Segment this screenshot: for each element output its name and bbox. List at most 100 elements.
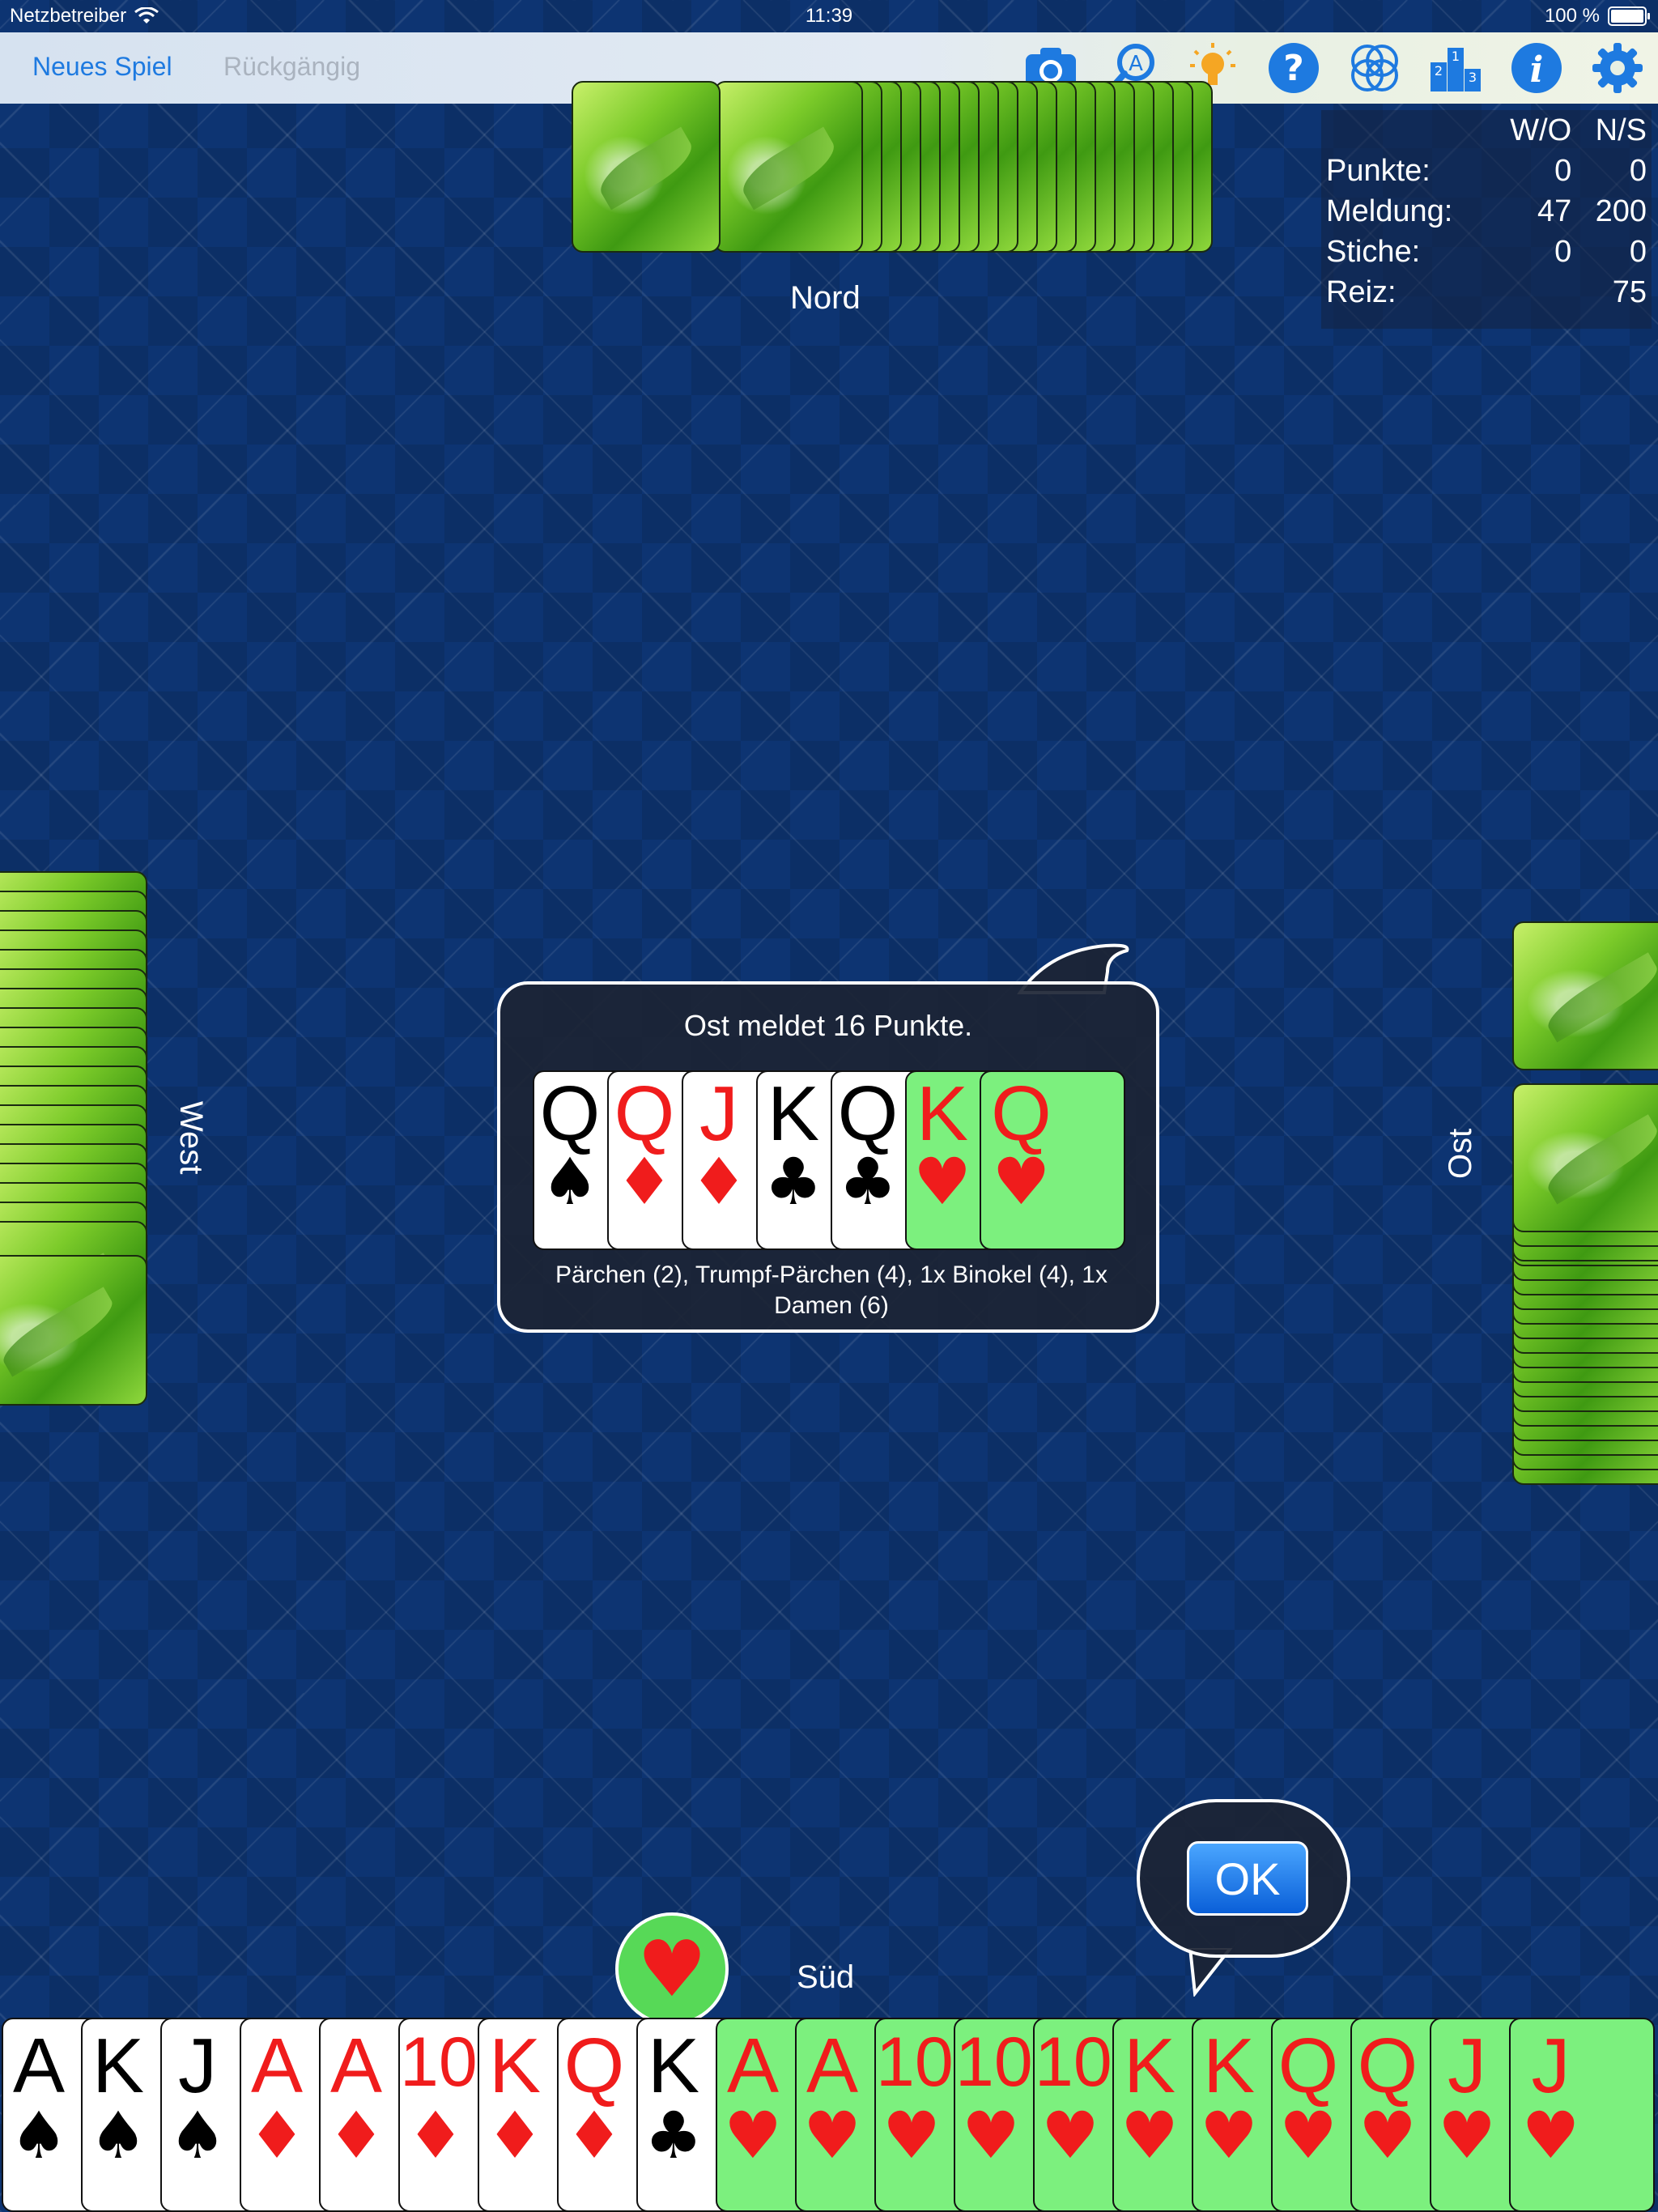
score-value-ns: 0 — [1629, 234, 1647, 269]
heart-icon: ♥ — [636, 1924, 708, 2014]
settings-icon[interactable] — [1588, 39, 1647, 97]
score-value-wo: 0 — [1554, 153, 1572, 188]
card-back — [714, 81, 863, 253]
score-header-ns: N/S — [1595, 113, 1647, 147]
card-suit-icon: ♦ — [690, 1144, 748, 1219]
card-rank: J — [699, 1070, 738, 1157]
new-game-button[interactable]: Neues Spiel — [32, 52, 172, 82]
card-rank: 10 — [400, 2023, 478, 2101]
card-back — [0, 1255, 147, 1406]
score-header-wo: W/O — [1510, 113, 1572, 147]
ranking-icon[interactable]: 213 — [1426, 39, 1485, 97]
svg-text:?: ? — [1283, 48, 1304, 89]
card-suit-icon: ♠ — [89, 2098, 147, 2173]
card-suit-icon: ♠ — [10, 2098, 68, 2173]
clock: 11:39 — [805, 5, 853, 27]
card-rank: J — [1448, 2023, 1486, 2109]
card-suit-icon: ♣ — [839, 1144, 897, 1219]
card-rank: K — [767, 1070, 820, 1157]
score-label: Reiz: — [1326, 274, 1397, 309]
card-rank: K — [488, 2023, 542, 2109]
card-suit-icon: ♥ — [724, 2098, 782, 2173]
card-rank: Q — [563, 2023, 625, 2109]
player-label-south: Süd — [797, 1959, 855, 1995]
ok-button[interactable]: OK — [1187, 1841, 1308, 1916]
battery-percent: 100 % — [1544, 5, 1600, 27]
card-rank: A — [806, 2023, 859, 2109]
meld-card[interactable]: Q ♥ — [980, 1070, 1125, 1250]
score-label: Stiche: — [1326, 234, 1421, 269]
card-rank: J — [1531, 2023, 1571, 2109]
card-suit-icon: ♦ — [486, 2098, 544, 2173]
hand-card[interactable]: J ♥ — [1509, 2018, 1655, 2212]
card-suit-icon: ♥ — [1041, 2098, 1099, 2173]
svg-text:1: 1 — [1452, 49, 1460, 64]
player-label-east: Ost — [1443, 1128, 1478, 1179]
card-suit-icon: ♥ — [1438, 2098, 1496, 2173]
info-icon[interactable]: i — [1507, 39, 1566, 97]
card-rank: Q — [1357, 2023, 1418, 2109]
card-suit-icon: ♦ — [615, 1144, 674, 1219]
svg-text:i: i — [1530, 49, 1544, 91]
card-rank: K — [1123, 2023, 1176, 2109]
card-rank: A — [726, 2023, 780, 2109]
svg-text:A: A — [1129, 52, 1143, 76]
meld-description: Pärchen (2), Trumpf-Pärchen (4), 1x Bino… — [555, 1261, 1107, 1319]
trump-indicator: ♥ — [615, 1912, 729, 2026]
card-rank: Q — [991, 1070, 1052, 1157]
player-label-west: West — [173, 1101, 209, 1175]
meld-title: Ost meldet 16 Punkte. — [683, 1009, 973, 1042]
help-icon[interactable]: ? — [1265, 39, 1323, 97]
card-rank: K — [647, 2023, 700, 2109]
card-rank: J — [178, 2023, 217, 2109]
card-rank: Q — [539, 1070, 601, 1157]
card-rank: 10 — [955, 2023, 1033, 2101]
rings-icon[interactable] — [1346, 39, 1404, 97]
card-suit-icon: ♠ — [541, 1144, 599, 1219]
card-rank: K — [91, 2023, 145, 2109]
card-suit-icon: ♦ — [406, 2098, 465, 2173]
card-suit-icon: ♥ — [1120, 2098, 1179, 2173]
card-rank: K — [1202, 2023, 1256, 2109]
card-suit-icon: ♣ — [644, 2098, 703, 2173]
score-value-wo — [1489, 272, 1576, 313]
score-label: Meldung: — [1326, 194, 1453, 228]
svg-text:3: 3 — [1469, 70, 1477, 85]
card-back — [572, 81, 721, 253]
card-suit-icon: ♦ — [248, 2098, 306, 2173]
card-suit-icon: ♥ — [992, 1144, 1051, 1219]
meld-bubble: Ost meldet 16 Punkte. Q ♠ Q ♦ J ♦ K ♣ Q ♣ K ♥ Q ♥ Pär… — [497, 981, 1159, 1333]
card-suit-icon: ♥ — [1200, 2098, 1258, 2173]
undo-button[interactable]: Rückgängig — [223, 52, 360, 82]
score-panel: W/O N/S Punkte: 0 0 Meldung: 47 200 Stic… — [1321, 110, 1652, 329]
battery-icon — [1608, 6, 1650, 26]
card-suit-icon: ♥ — [1521, 2098, 1580, 2173]
score-value-ns: 200 — [1595, 194, 1647, 228]
card-suit-icon: ♦ — [565, 2098, 623, 2173]
card-back — [1512, 1083, 1658, 1232]
card-rank: K — [916, 1070, 969, 1157]
card-suit-icon: ♥ — [1279, 2098, 1337, 2173]
card-rank: 10 — [876, 2023, 954, 2101]
card-suit-icon: ♥ — [803, 2098, 861, 2173]
player-label-north: Nord — [790, 280, 861, 316]
score-label: Punkte: — [1326, 153, 1431, 188]
card-rank: Q — [1278, 2023, 1339, 2109]
card-rank: A — [12, 2023, 66, 2109]
card-suit-icon: ♦ — [327, 2098, 385, 2173]
score-value-wo: 0 — [1554, 234, 1572, 269]
score-value-ns: 0 — [1629, 153, 1647, 188]
card-rank: Q — [614, 1070, 675, 1157]
card-suit-icon: ♣ — [764, 1144, 823, 1219]
ok-bubble: OK — [1137, 1799, 1350, 1958]
svg-text:2: 2 — [1435, 63, 1443, 79]
status-bar: Netzbetreiber 11:39 100 % — [0, 0, 1658, 32]
card-suit-icon: ♥ — [962, 2098, 1020, 2173]
card-back — [1512, 921, 1658, 1070]
score-value-wo: 47 — [1537, 194, 1572, 228]
score-value-ns: 75 — [1612, 274, 1647, 309]
card-rank: 10 — [1035, 2023, 1112, 2101]
card-suit-icon: ♥ — [913, 1144, 971, 1219]
card-suit-icon: ♠ — [168, 2098, 227, 2173]
card-suit-icon: ♥ — [1358, 2098, 1417, 2173]
